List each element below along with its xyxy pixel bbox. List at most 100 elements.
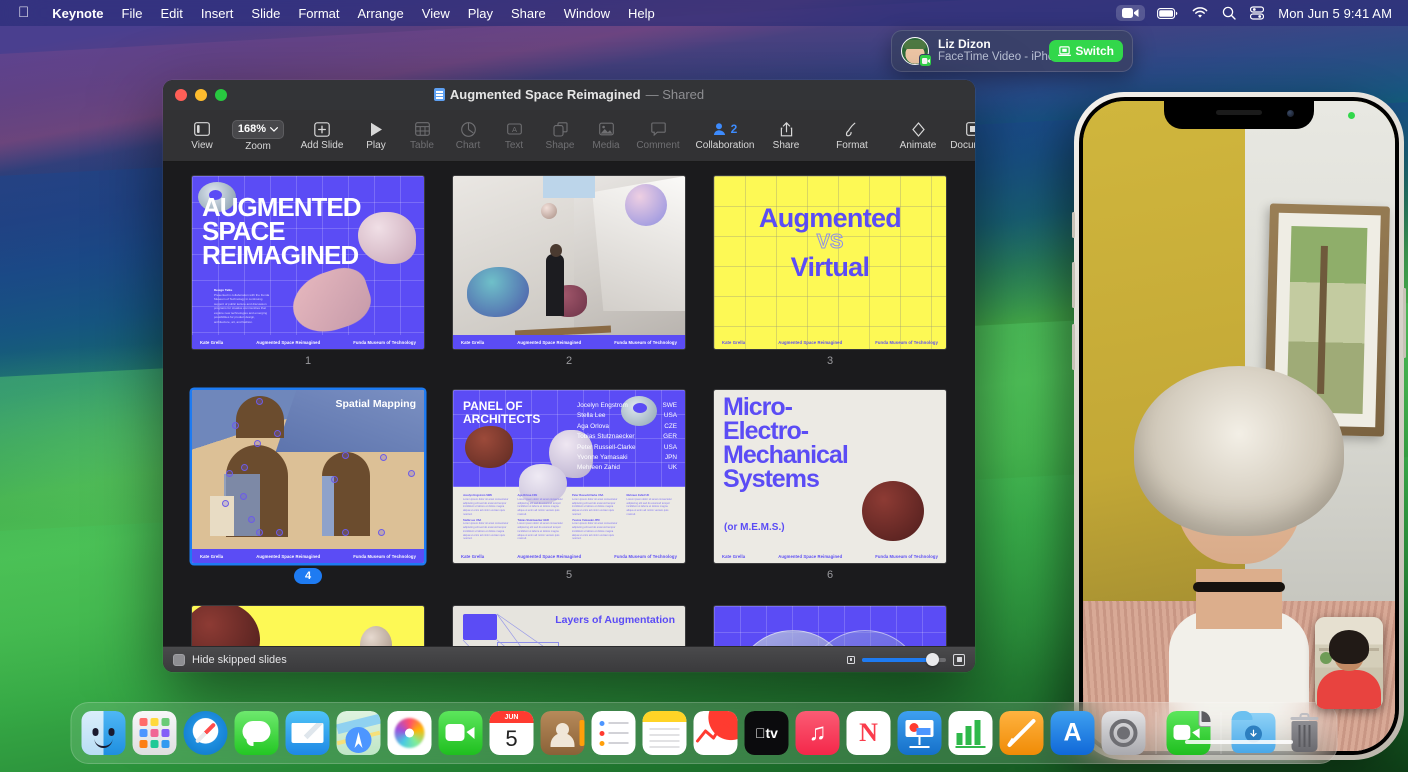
dock-item-reminders[interactable] — [592, 711, 636, 755]
panelist-row: Aga OrlovaCZE — [577, 422, 677, 432]
text-button[interactable]: A Text — [491, 121, 537, 151]
dock-item-messages[interactable] — [235, 711, 279, 755]
menu-item-view[interactable]: View — [413, 4, 459, 23]
dock-item-trash[interactable] — [1283, 711, 1327, 755]
share-button[interactable]: Share — [763, 121, 809, 151]
shape-button[interactable]: Shape — [537, 121, 583, 151]
collaboration-button[interactable]: 2 Collaboration — [687, 121, 763, 151]
slide-thumbnail-3[interactable]: Augmented VS Virtual Kate Grella Augment… — [714, 176, 946, 349]
thumbnail-size-slider[interactable] — [862, 658, 946, 662]
slide-thumbnail-8[interactable]: Layers of Augmentation Kate Grella Augme… — [453, 606, 685, 646]
facetime-handoff-banner[interactable]: Liz Dizon FaceTime Video - iPhone › Swit… — [891, 30, 1133, 72]
dock-item-safari[interactable] — [184, 711, 228, 755]
menu-item-help[interactable]: Help — [619, 4, 664, 23]
menu-item-file[interactable]: File — [113, 4, 152, 23]
add-slide-button[interactable]: Add Slide — [291, 121, 353, 151]
panelist-bio: Stella Lee USALorem ipsum dolor sit amet… — [463, 519, 512, 542]
dock-item-stocks[interactable] — [694, 711, 738, 755]
menu-item-play[interactable]: Play — [459, 4, 502, 23]
menu-item-edit[interactable]: Edit — [152, 4, 192, 23]
play-button[interactable]: Play — [353, 121, 399, 151]
slide-thumbnail-7[interactable]: AUGO Kate Grella Augmented Space Reimagi… — [192, 606, 424, 646]
dock-item-facetime[interactable] — [439, 711, 483, 755]
share-icon — [780, 121, 793, 138]
menu-item-window[interactable]: Window — [555, 4, 619, 23]
dock-item-maps[interactable] — [337, 711, 381, 755]
dock-item-system-settings[interactable] — [1102, 711, 1146, 755]
dock-item-keynote[interactable] — [898, 711, 942, 755]
slide-cell[interactable]: Micro- Electro- Mechanical Systems (or M… — [714, 390, 946, 584]
dock-item-launchpad[interactable] — [133, 711, 177, 755]
dock-item-photos[interactable] — [388, 711, 432, 755]
hide-skipped-slides-checkbox[interactable] — [173, 654, 185, 666]
dock-item-facetime-iphone[interactable] — [1167, 711, 1211, 755]
slide-cell[interactable]: AUGO Kate Grella Augmented Space Reimagi… — [192, 606, 424, 646]
slide-cell[interactable]: Spatial Mapping — [192, 390, 424, 584]
slide-cell[interactable]: PHYSICAL AUGMENTED VIRTUAL 9 — [714, 606, 946, 646]
iphone-screen[interactable] — [1083, 101, 1395, 751]
comment-button[interactable]: Comment — [629, 121, 687, 151]
document-button[interactable]: Document — [941, 121, 975, 151]
menu-item-format[interactable]: Format — [289, 4, 348, 23]
slide-navigator[interactable]: AUGMENTED SPACE REIMAGINED Design Talks … — [163, 162, 975, 646]
dock-item-news[interactable]: N — [847, 711, 891, 755]
footer-center: Augmented Space Reimagined — [778, 554, 842, 559]
slide-thumbnail-5[interactable]: PANEL OF ARCHITECTS Jocelyn EngstromSWES… — [453, 390, 685, 563]
large-thumbnails-icon[interactable] — [953, 654, 965, 666]
chart-button[interactable]: Chart — [445, 121, 491, 151]
desktop-screen:  Keynote File Edit Insert Slide Format … — [0, 0, 1408, 772]
slide-cell[interactable]: Layers of Augmentation Kate Grella Augme… — [453, 606, 685, 646]
menu-item-share[interactable]: Share — [502, 4, 555, 23]
small-thumbnails-icon[interactable] — [847, 656, 855, 664]
panelist-country: USA — [664, 443, 677, 453]
picture-in-picture-self-view[interactable] — [1315, 617, 1383, 709]
dock-item-notes[interactable] — [643, 711, 687, 755]
menu-item-slide[interactable]: Slide — [242, 4, 289, 23]
dock-item-contacts[interactable] — [541, 711, 585, 755]
battery-icon[interactable] — [1157, 8, 1178, 19]
apple-menu-icon[interactable]:  — [18, 5, 29, 20]
dock-item-downloads-folder[interactable] — [1232, 711, 1276, 755]
control-center-icon[interactable] — [1250, 6, 1264, 20]
close-button[interactable] — [175, 89, 187, 101]
slide-thumbnail-6[interactable]: Micro- Electro- Mechanical Systems (or M… — [714, 390, 946, 563]
slide-thumbnail-2[interactable]: Kate Grella Augmented Space Reimagined F… — [453, 176, 685, 349]
media-button[interactable]: Media — [583, 121, 629, 151]
dock-item-music[interactable]: ♫ — [796, 711, 840, 755]
slide-cell[interactable]: Augmented VS Virtual Kate Grella Augment… — [714, 176, 946, 368]
screen-share-icon[interactable] — [1116, 5, 1145, 21]
menu-bar-clock[interactable]: Mon Jun 5 9:41 AM — [1278, 6, 1392, 21]
slide-thumbnail-4[interactable]: Spatial Mapping — [192, 390, 424, 563]
table-button[interactable]: Table — [399, 121, 445, 151]
zoom-popup[interactable]: 168% — [232, 120, 284, 139]
wifi-icon[interactable] — [1192, 7, 1208, 19]
home-indicator[interactable] — [1185, 740, 1293, 744]
maximize-button[interactable] — [215, 89, 227, 101]
menu-item-insert[interactable]: Insert — [192, 4, 243, 23]
dock-item-apple-tv[interactable]: tv — [745, 711, 789, 755]
view-button[interactable]: View — [179, 121, 225, 151]
dock-item-numbers[interactable] — [949, 711, 993, 755]
zoom-control[interactable]: 168% Zoom — [225, 120, 291, 152]
slider-knob[interactable] — [926, 653, 939, 666]
format-button[interactable]: Format — [829, 121, 875, 151]
slide-cell[interactable]: Kate Grella Augmented Space Reimagined F… — [453, 176, 685, 368]
dock-item-finder[interactable] — [82, 711, 126, 755]
slide-thumbnail-9[interactable]: PHYSICAL AUGMENTED VIRTUAL — [714, 606, 946, 646]
panelist-country: JPN — [665, 453, 677, 463]
dock-item-pages[interactable] — [1000, 711, 1044, 755]
slide-thumbnail-1[interactable]: AUGMENTED SPACE REIMAGINED Design Talks … — [192, 176, 424, 349]
slide5-title-1: PANEL OF — [463, 400, 540, 413]
animate-button[interactable]: Animate — [895, 121, 941, 151]
minimize-button[interactable] — [195, 89, 207, 101]
dock-item-mail[interactable] — [286, 711, 330, 755]
dock-item-app-store[interactable]: A — [1051, 711, 1095, 755]
dock-item-calendar[interactable]: JUN5 — [490, 711, 534, 755]
menu-item-keynote[interactable]: Keynote — [43, 4, 112, 23]
menu-item-arrange[interactable]: Arrange — [349, 4, 413, 23]
window-title-bar[interactable]: Augmented Space Reimagined — Shared — [163, 80, 975, 110]
slide-cell[interactable]: AUGMENTED SPACE REIMAGINED Design Talks … — [192, 176, 424, 368]
slide-cell[interactable]: PANEL OF ARCHITECTS Jocelyn EngstromSWES… — [453, 390, 685, 584]
switch-button[interactable]: Switch — [1049, 40, 1123, 62]
search-icon[interactable] — [1222, 6, 1236, 20]
